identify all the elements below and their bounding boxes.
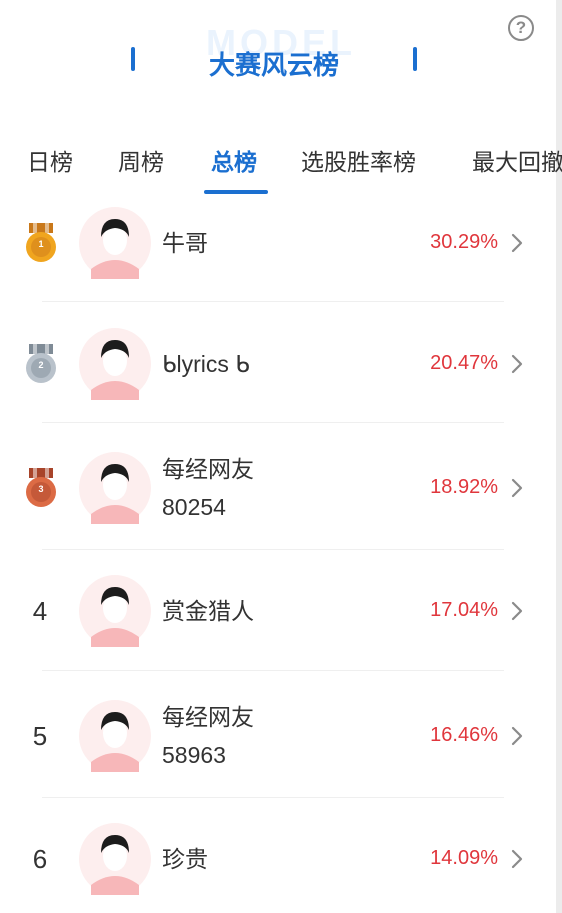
user-avatar[interactable] [79,575,151,647]
user-name[interactable]: 珍贵 [162,840,208,878]
active-tab-indicator [204,190,268,194]
user-name[interactable]: 赏金猎人 [162,592,254,630]
leaderboard-page: ? MODEL 大赛风云榜 日榜 周榜 总榜 选股胜率榜 最大回撤 1 牛哥 30… [0,0,562,913]
user-name-line: 赏金猎人 [162,598,254,624]
user-avatar[interactable] [79,452,151,524]
tab-max-drawdown[interactable]: 最大回撤 [472,143,562,177]
row-divider [42,301,504,302]
row-divider [42,549,504,550]
rank-number: 5 [32,721,48,751]
user-name[interactable]: 牛哥 [162,224,208,262]
user-avatar[interactable] [79,207,151,279]
medal-rank-number: 3 [38,484,44,494]
question-circle-icon[interactable]: ? [508,15,534,41]
chevron-right-icon[interactable] [510,231,524,255]
tab-overall[interactable]: 总榜 [211,143,257,177]
leaderboard-row[interactable]: 6 珍贵 14.09% [0,822,556,896]
user-name-line: 牛哥 [162,230,208,256]
chevron-right-icon[interactable] [510,724,524,748]
user-name-line: 80254 [162,494,226,520]
leaderboard-row[interactable]: 5 每经网友 58963 16.46% [0,698,556,774]
leaderboard-row[interactable]: 4 赏金猎人 17.04% [0,574,556,648]
medal-rank-number: 2 [38,360,44,370]
tab-stock-win-rate[interactable]: 选股胜率榜 [301,143,416,177]
return-percentage: 16.46% [430,724,498,746]
user-name-line: 每经网友 [162,704,254,730]
return-percentage: 20.47% [430,352,498,374]
medal-rank-number: 1 [38,239,44,249]
row-divider [42,797,504,798]
bronze-medal-icon: 3 [24,468,58,508]
title-right-bar [413,47,417,71]
return-percentage: 30.29% [430,231,498,253]
user-avatar[interactable] [79,328,151,400]
chevron-right-icon[interactable] [510,352,524,376]
user-name[interactable]: 每经网友 80254 [162,450,254,526]
user-avatar[interactable] [79,823,151,895]
rank-number: 6 [32,844,48,874]
user-name[interactable]: ᑲlyrics ᑲ [162,345,250,383]
tab-daily[interactable]: 日榜 [27,143,73,177]
leaderboard-row[interactable]: 1 牛哥 30.29% [0,206,556,280]
ranking-tabs: 日榜 周榜 总榜 选股胜率榜 最大回撤 [0,128,562,198]
return-percentage: 18.92% [430,476,498,498]
gold-medal-icon: 1 [24,223,58,263]
user-name-line: 每经网友 [162,456,254,482]
row-divider [42,422,504,423]
silver-medal-icon: 2 [24,344,58,384]
user-name-line: 58963 [162,742,226,768]
chevron-right-icon[interactable] [510,847,524,871]
title-left-bar [131,47,135,71]
return-percentage: 17.04% [430,599,498,621]
rank-number: 4 [32,596,48,626]
user-name-line: ᑲlyrics ᑲ [162,351,250,377]
user-name-line: 珍贵 [162,846,208,872]
user-name[interactable]: 每经网友 58963 [162,698,254,774]
leaderboard-row[interactable]: 2 ᑲlyrics ᑲ 20.47% [0,327,556,401]
row-divider [42,670,504,671]
chevron-right-icon[interactable] [510,476,524,500]
leaderboard-row[interactable]: 3 每经网友 80254 18.92% [0,450,556,526]
page-title: 大赛风云榜 [208,50,339,80]
tab-weekly[interactable]: 周榜 [118,143,164,177]
user-avatar[interactable] [79,700,151,772]
return-percentage: 14.09% [430,847,498,869]
chevron-right-icon[interactable] [510,599,524,623]
